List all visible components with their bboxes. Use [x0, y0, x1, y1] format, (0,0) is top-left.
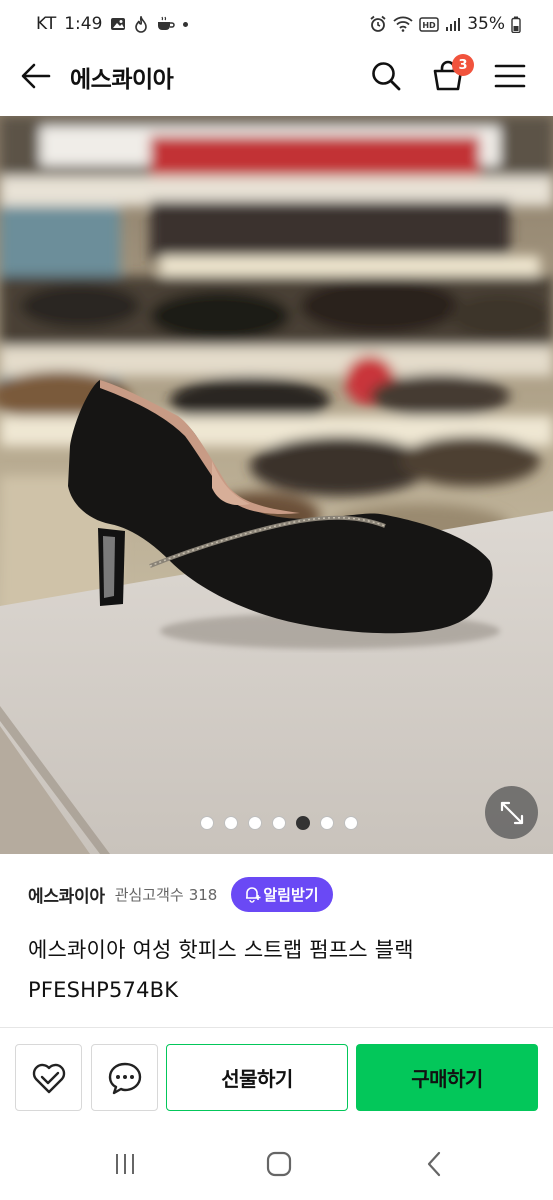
purchase-action-bar: 선물하기 구매하기 [0, 1028, 553, 1126]
carousel-dot[interactable] [223, 816, 238, 830]
carousel-dots [0, 816, 553, 830]
product-image[interactable] [0, 116, 553, 854]
app-header: 에스콰이아 3 [0, 48, 553, 106]
expand-image-button[interactable] [485, 786, 538, 839]
buy-button[interactable]: 구매하기 [356, 1044, 538, 1111]
followers-label: 관심고객수 [114, 885, 184, 904]
home-button[interactable] [259, 1146, 299, 1182]
cart-button[interactable]: 3 [428, 54, 474, 96]
svg-text:HD: HD [423, 21, 437, 30]
battery-percent: 35% [467, 14, 505, 34]
carrier-label: KT [36, 14, 57, 34]
cart-count-badge: 3 [452, 54, 474, 76]
gallery-icon [110, 16, 126, 32]
notification-dot [183, 21, 189, 27]
system-back-button[interactable] [414, 1146, 454, 1182]
followers: 관심고객수 318 [115, 884, 218, 905]
notify-button[interactable]: 알림받기 [231, 876, 333, 912]
fire-icon [134, 15, 148, 33]
wifi-icon [393, 16, 413, 32]
menu-button[interactable] [490, 56, 530, 96]
chevron-left-icon [427, 1151, 441, 1177]
system-navigation-bar [0, 1126, 553, 1200]
status-bar: KT 1:49 HD 35% [0, 0, 553, 48]
status-left: KT 1:49 [36, 14, 189, 34]
coffee-icon [156, 16, 176, 32]
carousel-dot[interactable] [319, 816, 334, 830]
status-right: HD 35% [369, 14, 521, 34]
clock: 1:49 [64, 14, 103, 34]
page-title[interactable]: 에스콰이아 [70, 60, 174, 94]
home-icon [266, 1151, 292, 1177]
store-row: 에스콰이아 관심고객수 318 알림받기 [0, 872, 553, 916]
menu-icon [494, 64, 526, 88]
hd-icon: HD [419, 16, 439, 32]
chat-bubble-icon [108, 1062, 141, 1094]
carousel-dot-active[interactable] [295, 816, 310, 830]
signal-icon [445, 17, 461, 32]
carousel-dot[interactable] [199, 816, 214, 830]
carousel-dot[interactable] [343, 816, 358, 830]
gift-button[interactable]: 선물하기 [166, 1044, 348, 1111]
wishlist-button[interactable] [15, 1044, 82, 1111]
expand-icon [500, 801, 523, 824]
store-name[interactable]: 에스콰이아 [28, 882, 105, 907]
carousel-dot[interactable] [247, 816, 262, 830]
followers-count: 318 [188, 885, 218, 904]
battery-icon [511, 16, 521, 33]
product-photo [0, 116, 553, 854]
carousel-dot[interactable] [271, 816, 286, 830]
notify-label: 알림받기 [263, 885, 319, 904]
recent-apps-icon [116, 1154, 134, 1174]
search-button[interactable] [366, 56, 406, 96]
search-icon [372, 62, 401, 91]
alarm-icon [369, 15, 387, 33]
back-button[interactable] [18, 58, 54, 94]
recent-apps-button[interactable] [105, 1146, 145, 1182]
product-title: 에스콰이아 여성 핫피스 스트랩 펌프스 블랙 PFESHP574BK [28, 938, 414, 1002]
heart-check-icon [32, 1063, 65, 1093]
back-arrow-icon [21, 63, 51, 89]
talk-button[interactable] [91, 1044, 158, 1111]
bell-plus-icon [246, 887, 261, 903]
